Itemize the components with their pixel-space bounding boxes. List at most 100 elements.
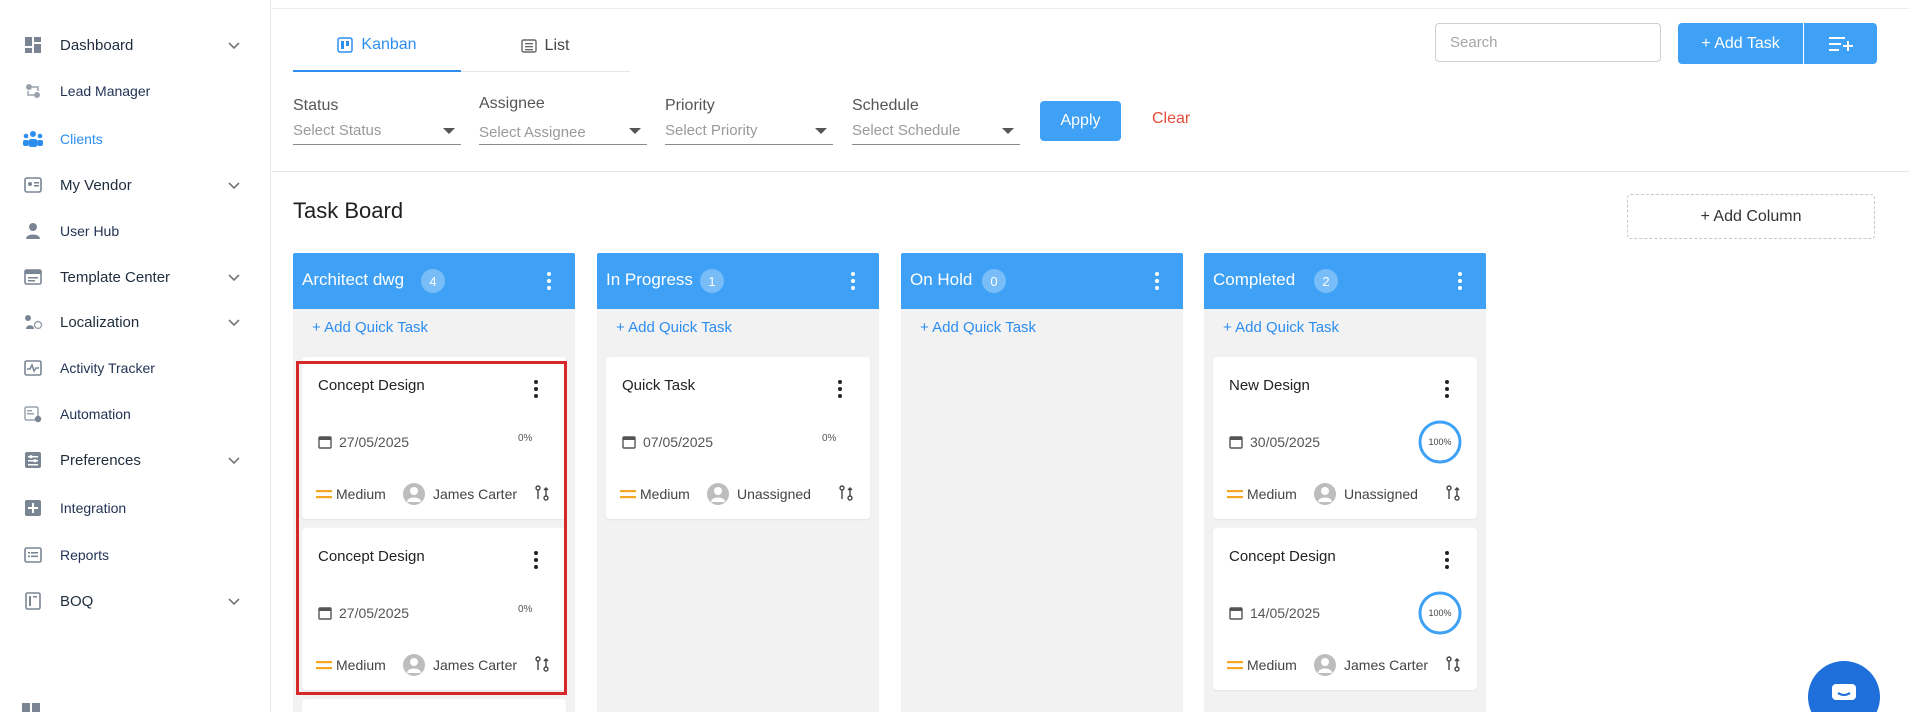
search-input[interactable] [1435, 23, 1661, 62]
apply-button[interactable]: Apply [1040, 101, 1121, 141]
kebab-menu-icon[interactable] [847, 269, 859, 293]
progress-value: 0% [518, 433, 533, 444]
progress-value: 0% [518, 604, 533, 615]
assignee-filter[interactable]: Assignee Select Assignee [479, 95, 647, 145]
user-icon [1318, 487, 1332, 502]
lead-icon [22, 80, 44, 102]
add-task-options-button[interactable] [1804, 23, 1877, 64]
sidebar-item-user-hub[interactable]: User Hub [0, 214, 271, 248]
column-count-badge: 4 [421, 269, 445, 293]
sidebar-item-label: User Hub [60, 223, 120, 239]
add-quick-task-link[interactable]: + Add Quick Task [920, 319, 1036, 336]
add-task-button[interactable]: + Add Task [1678, 23, 1803, 64]
sidebar-item-dashboard[interactable]: Dashboard [0, 28, 271, 62]
add-quick-task-link[interactable]: + Add Quick Task [312, 319, 428, 336]
sidebar-item-preferences[interactable]: Preferences [0, 443, 271, 477]
preferences-icon [22, 449, 44, 471]
column-architect-dwg: Architect dwg 4 + Add Quick Task Concept… [293, 253, 575, 712]
kebab-menu-icon[interactable] [1151, 269, 1163, 293]
subtask-icon[interactable] [1445, 485, 1461, 501]
kebab-menu-icon[interactable] [1443, 377, 1451, 401]
task-card[interactable]: New Design 30/05/2025 100% Medium Unassi… [1213, 357, 1477, 519]
kebab-menu-icon[interactable] [543, 269, 555, 293]
schedule-filter[interactable]: Schedule Select Schedule [852, 95, 1020, 145]
sidebar-item-label: Localization [60, 313, 140, 331]
priority-medium-icon [316, 661, 332, 670]
kebab-menu-icon[interactable] [836, 377, 844, 401]
column-name: In Progress [606, 270, 693, 289]
subtask-icon[interactable] [534, 485, 550, 501]
kebab-menu-icon[interactable] [1454, 269, 1466, 293]
priority-label: Medium [640, 486, 690, 502]
filter-divider [272, 171, 1909, 172]
card-title: Concept Design [1229, 548, 1336, 565]
subtask-icon[interactable] [838, 485, 854, 501]
task-card[interactable]: Concept Design 14/05/2025 100% Medium Ja… [1213, 528, 1477, 690]
add-quick-task-link[interactable]: + Add Quick Task [1223, 319, 1339, 336]
assignee-name: James Carter [1344, 657, 1429, 673]
chevron-down-icon [228, 42, 240, 50]
page-title: Task Board [293, 198, 404, 223]
app: Dashboard Lead Manager Clients My Vendor… [0, 0, 1909, 712]
filter-label: Assignee [479, 95, 545, 112]
add-column-button[interactable]: + Add Column [1627, 194, 1875, 239]
add-quick-task-link[interactable]: + Add Quick Task [616, 319, 732, 336]
main-content: Kanban List + Add Task Status Select Sta… [272, 0, 1909, 712]
calendar-icon [1229, 436, 1243, 449]
task-card-partial[interactable] [302, 699, 566, 712]
sidebar-item-lead-manager[interactable]: Lead Manager [0, 74, 271, 108]
assignee-name: Unassigned [1344, 486, 1418, 502]
column-completed: Completed 2 + Add Quick Task New Design … [1204, 253, 1486, 712]
task-card[interactable]: Concept Design 27/05/2025 0% Medium Jame… [302, 528, 566, 690]
sidebar-item-automation[interactable]: Automation [0, 397, 271, 431]
user-icon [1318, 658, 1332, 673]
task-card[interactable]: Quick Task 07/05/2025 0% Medium Unassign… [606, 357, 870, 519]
tab-label: Kanban [361, 36, 417, 53]
caret-down-icon [443, 128, 455, 134]
sidebar-item-template-center[interactable]: Template Center [0, 260, 271, 294]
dashboard-icon [22, 34, 44, 56]
clear-button[interactable]: Clear [1152, 110, 1190, 128]
localization-icon [22, 311, 44, 333]
priority-filter[interactable]: Priority Select Priority [665, 95, 833, 145]
assignee-name: James Carter [433, 657, 518, 673]
list-add-icon [1828, 36, 1853, 51]
chat-button[interactable] [1808, 661, 1880, 712]
sidebar-item-reports[interactable]: Reports [0, 538, 271, 572]
sidebar-footer-toggle[interactable] [22, 700, 242, 712]
subtask-icon[interactable] [1445, 656, 1461, 672]
kebab-menu-icon[interactable] [532, 548, 540, 572]
priority-medium-icon [1227, 490, 1243, 499]
status-filter[interactable]: Status Select Status [293, 95, 461, 145]
priority-medium-icon [620, 490, 636, 499]
card-title: New Design [1229, 377, 1310, 394]
column-header: Architect dwg 4 [293, 253, 575, 309]
sidebar-item-localization[interactable]: Localization [0, 305, 271, 339]
activity-icon [22, 357, 44, 379]
sidebar-item-activity-tracker[interactable]: Activity Tracker [0, 351, 271, 385]
vendor-icon [22, 174, 44, 196]
chevron-down-icon [228, 319, 240, 327]
sidebar-item-my-vendor[interactable]: My Vendor [0, 168, 271, 202]
sidebar-item-label: My Vendor [60, 176, 132, 194]
sidebar-item-boq[interactable]: BOQ [0, 584, 271, 618]
sidebar-item-integration[interactable]: Integration [0, 491, 271, 525]
column-name: Architect dwg [302, 270, 405, 289]
kebab-menu-icon[interactable] [532, 377, 540, 401]
chat-icon [1832, 684, 1856, 700]
tab-kanban[interactable]: Kanban [293, 20, 461, 72]
kebab-menu-icon[interactable] [1443, 548, 1451, 572]
priority-label: Medium [1247, 657, 1297, 673]
sidebar-item-clients[interactable]: Clients [0, 122, 271, 156]
tab-list[interactable]: List [461, 20, 629, 72]
card-date: 27/05/2025 [339, 605, 410, 621]
priority-label: Medium [336, 657, 386, 673]
task-card[interactable]: Concept Design 27/05/2025 0% Medium Jame… [302, 357, 566, 519]
assignee-name: James Carter [433, 486, 518, 502]
chevron-down-icon [228, 598, 240, 606]
subtask-icon[interactable] [534, 656, 550, 672]
calendar-icon [622, 436, 636, 449]
calendar-icon [318, 607, 332, 620]
tab-label: List [544, 37, 570, 54]
assignee-name: Unassigned [737, 486, 811, 502]
